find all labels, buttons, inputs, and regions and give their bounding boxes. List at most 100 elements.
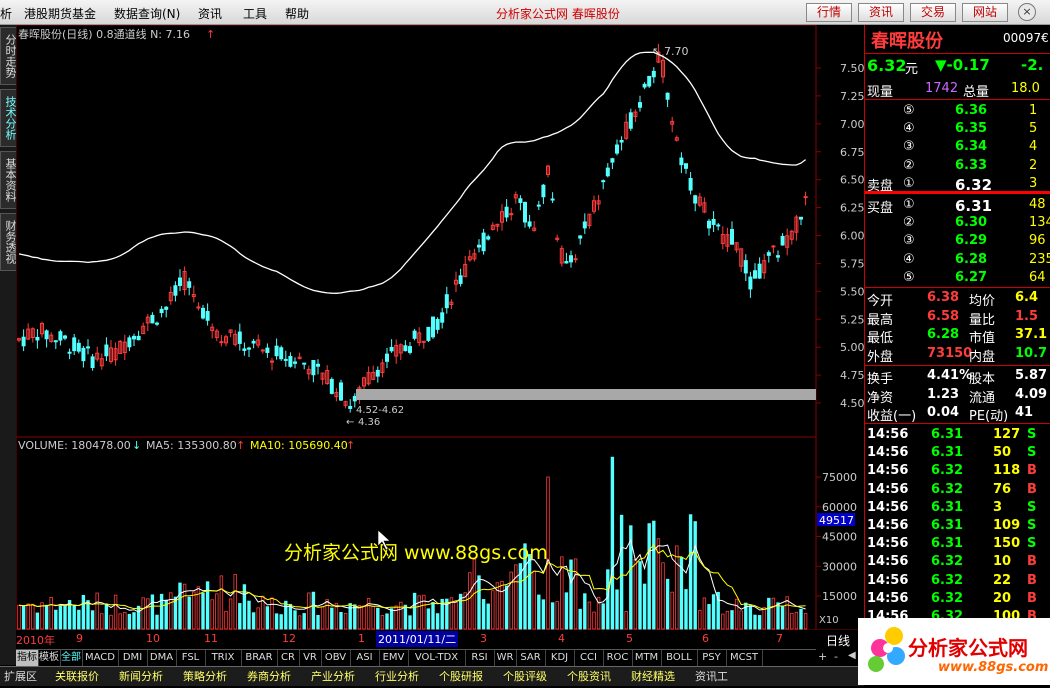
indicator-tab[interactable]: VR: [299, 650, 322, 666]
volume-bar: [366, 598, 371, 630]
zoom-minus-button[interactable]: -: [834, 650, 838, 663]
bottom-tab[interactable]: 财经精选: [629, 668, 677, 685]
candle-body: [776, 255, 780, 258]
menu-item-tools[interactable]: 工具: [243, 5, 267, 22]
candle-body: [615, 144, 619, 154]
axis-label-month: 7: [776, 632, 783, 645]
tab-intraday[interactable]: 分时走势: [0, 27, 17, 85]
tick-side: B: [1027, 463, 1037, 479]
volume-bar: [251, 612, 256, 630]
volume-bar: [564, 592, 569, 630]
indicator-tab[interactable]: MCST: [726, 650, 763, 666]
bottom-tab[interactable]: 行业分析: [373, 668, 421, 685]
chart-area[interactable]: 春晖股份(日线) 0.8通道线 N: 7.16 ↑ 7.70 ↖ 4.52-4.…: [15, 24, 865, 631]
candle-body: [375, 369, 380, 377]
volume-bar: [247, 600, 251, 630]
bottom-tab[interactable]: 个股评级: [501, 668, 549, 685]
bottom-tab[interactable]: 策略分析: [181, 668, 229, 685]
trade-button[interactable]: 交易: [910, 3, 956, 22]
zoom-plus-button[interactable]: +: [818, 650, 827, 663]
candle-body: [178, 277, 182, 286]
menu-item-data-query[interactable]: 数据查询(N): [114, 5, 180, 22]
logo-url: www.88gs.com: [938, 660, 1049, 675]
axis-label-month: 5: [626, 632, 633, 645]
indicator-tab[interactable]: TRIX: [205, 650, 242, 666]
tick-price: 6.31: [931, 536, 964, 552]
indicator-tab[interactable]: 全部: [60, 650, 83, 666]
tick-time: 14:56: [867, 518, 909, 533]
candle-body: [536, 204, 541, 207]
indicator-tab[interactable]: MACD: [82, 650, 119, 666]
bottom-tab[interactable]: 扩展区: [2, 668, 39, 685]
indicator-tab[interactable]: 模板: [38, 650, 61, 666]
candle-body: [707, 220, 711, 229]
indicator-tab[interactable]: MTM: [632, 650, 662, 666]
tick-time: 14:56: [867, 427, 909, 442]
bottom-tab[interactable]: 券商分析: [245, 668, 293, 685]
indicator-tab[interactable]: VOL-TDX: [408, 650, 466, 666]
candle-body: [205, 311, 210, 321]
kline-chart[interactable]: 春晖股份(日线) 0.8通道线 N: 7.16 ↑ 7.70 ↖ 4.52-4.…: [15, 24, 865, 631]
price-tick-label: 5.00: [840, 341, 864, 354]
period-selector[interactable]: 日线: [826, 632, 850, 649]
indicator-tab[interactable]: WR: [494, 650, 517, 666]
menu-item-hk-futures[interactable]: 港股期货基金: [24, 5, 96, 22]
indicator-tab[interactable]: PSY: [697, 650, 727, 666]
volume-bar: [619, 514, 624, 630]
volume-bar: [606, 569, 610, 630]
stat-value: 4.09: [1015, 386, 1048, 402]
indicator-tab[interactable]: BOLL: [661, 650, 698, 666]
indicator-tab[interactable]: CCI: [574, 650, 604, 666]
bottom-tab[interactable]: 个股研报: [437, 668, 485, 685]
volume-bar: [408, 615, 412, 630]
bottom-tab[interactable]: 关联报价: [53, 668, 101, 685]
tab-technical-analysis[interactable]: 技术分析: [0, 89, 17, 147]
indicator-tab[interactable]: FSL: [176, 650, 206, 666]
quote-button[interactable]: 行情: [806, 3, 852, 22]
bottom-tab[interactable]: 新闻分析: [117, 668, 165, 685]
sell-volume: 1: [1029, 103, 1038, 118]
menu-item-analysis[interactable]: 析: [0, 5, 12, 22]
last-price: 6.32: [867, 56, 907, 75]
bottom-tab[interactable]: 产业分析: [309, 668, 357, 685]
news-button[interactable]: 资讯: [858, 3, 904, 22]
website-button[interactable]: 网站: [962, 3, 1008, 22]
indicator-tab[interactable]: EMV: [379, 650, 409, 666]
menu-item-help[interactable]: 帮助: [285, 5, 309, 22]
candle-body: [426, 326, 431, 341]
close-icon[interactable]: ×: [1018, 3, 1036, 21]
volume-bar: [707, 604, 711, 630]
indicator-tab[interactable]: ASI: [350, 650, 380, 666]
indicator-tab[interactable]: OBV: [321, 650, 351, 666]
stat-label: 股本: [969, 372, 996, 387]
stat-label: 流通: [969, 390, 996, 406]
indicator-tab[interactable]: KDJ: [545, 650, 575, 666]
indicator-tab[interactable]: SAR: [516, 650, 546, 666]
scroll-left-icon[interactable]: ◀: [848, 650, 856, 661]
indicator-tab[interactable]: 指标: [16, 650, 39, 666]
volume-bar: [316, 614, 320, 630]
volume-bar: [661, 562, 665, 630]
sell-price: 6.36: [955, 103, 988, 118]
indicator-tab[interactable]: DMA: [147, 650, 177, 666]
indicator-tab[interactable]: DMI: [118, 650, 148, 666]
indicator-tab[interactable]: BRAR: [241, 650, 278, 666]
indicator-tab[interactable]: RSI: [465, 650, 495, 666]
volume-bar: [196, 586, 201, 630]
tick-price: 6.31: [931, 427, 964, 442]
volume-tick-label: 15000: [822, 590, 857, 603]
quote-panel: 春晖股份 00097€ 6.32 元 ▼-0.17 -2. 现量 1742 总量…: [864, 25, 1050, 665]
channel-line: [18, 51, 806, 294]
candle-body: [265, 347, 270, 353]
tab-fundamentals[interactable]: 基本资料: [0, 151, 17, 209]
volume-bar: [541, 599, 546, 630]
menu-item-news[interactable]: 资讯: [198, 5, 222, 22]
volume-bar: [210, 599, 214, 630]
tick-side: S: [1027, 499, 1037, 515]
volume-bar: [468, 572, 472, 630]
bottom-tab[interactable]: 个股资讯: [565, 668, 613, 685]
indicator-tab[interactable]: ROC: [603, 650, 633, 666]
tab-financials[interactable]: 财务透视: [0, 213, 17, 271]
bottom-tab[interactable]: 资讯工: [693, 668, 730, 685]
indicator-tab[interactable]: CR: [277, 650, 300, 666]
